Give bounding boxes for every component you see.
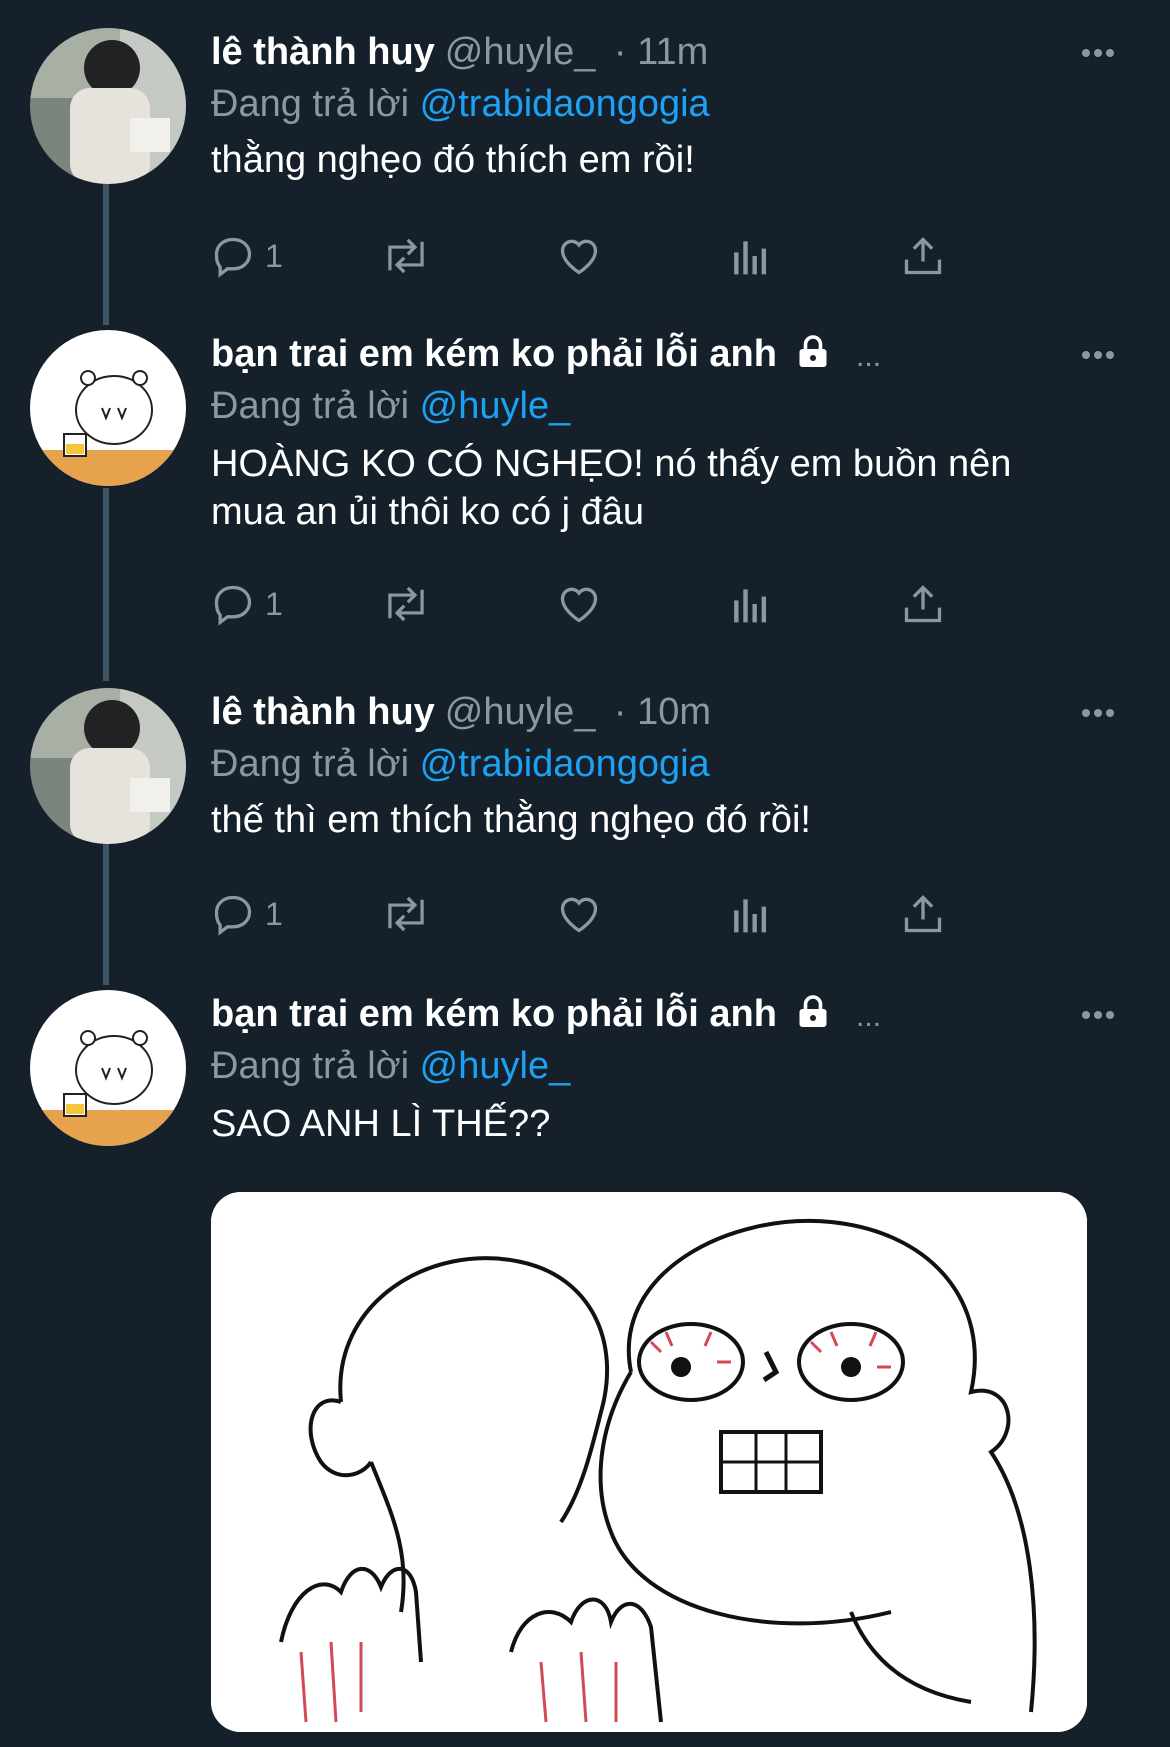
reply-count: 1	[265, 585, 283, 622]
tweet[interactable]: bạn trai em kém ko phải lỗi anh ... Đang…	[0, 330, 1170, 650]
reply-icon	[214, 895, 252, 936]
reply-button[interactable]: 1	[211, 226, 283, 286]
share-icon	[904, 237, 942, 275]
retweet-icon	[388, 896, 424, 932]
lock-icon	[799, 995, 827, 1027]
tweet-header: bạn trai em kém ko phải lỗi anh ...	[211, 330, 881, 381]
reply-context: Đang trả lời @trabidaongogia	[211, 80, 710, 128]
reply-prefix: Đang trả lời	[211, 385, 410, 427]
mention-link[interactable]: @trabidaongogia	[420, 83, 710, 125]
reply-count: 1	[265, 895, 283, 932]
analytics-icon	[734, 589, 767, 623]
retweet-button[interactable]	[381, 574, 431, 634]
bear-sticker-avatar-icon	[30, 990, 186, 1146]
mention-link[interactable]: @huyle_	[420, 385, 571, 427]
handle-truncated: ...	[856, 1000, 882, 1033]
analytics-button[interactable]	[731, 574, 771, 634]
share-button[interactable]	[901, 226, 945, 286]
reply-prefix: Đang trả lời	[211, 743, 410, 785]
display-name[interactable]: lê thành huy	[211, 691, 435, 733]
more-icon[interactable]	[1082, 1006, 1122, 1026]
more-icon[interactable]	[1082, 346, 1122, 366]
like-icon	[560, 897, 598, 933]
tweet-text: thằng nghẹo đó thích em rồi!	[211, 139, 695, 181]
tweet[interactable]: lê thành huy @huyle_ · 10m Đang trả lời @…	[0, 688, 1170, 968]
analytics-icon	[734, 899, 767, 933]
photo-boy-avatar-icon	[30, 688, 186, 844]
display-name[interactable]: lê thành huy	[211, 31, 435, 73]
share-button[interactable]	[901, 574, 945, 634]
mention-link[interactable]: @trabidaongogia	[420, 743, 710, 785]
mention-link[interactable]: @huyle_	[420, 1045, 571, 1087]
reply-context: Đang trả lời @trabidaongogia	[211, 740, 710, 788]
analytics-button[interactable]	[731, 226, 771, 286]
avatar[interactable]	[30, 330, 186, 486]
tweet-header: bạn trai em kém ko phải lỗi anh ...	[211, 990, 881, 1041]
share-icon	[904, 585, 942, 623]
tweet-actions: 1	[211, 574, 1031, 634]
retweet-button[interactable]	[381, 884, 431, 944]
like-icon	[560, 587, 598, 623]
reply-icon	[214, 585, 252, 626]
share-button[interactable]	[901, 884, 945, 944]
tweet-header: lê thành huy @huyle_ · 10m	[211, 688, 711, 736]
tweet-text: HOÀNG KO CÓ NGHẸO! nó thấy em buồn nên m…	[211, 443, 1012, 533]
bear-sticker-avatar-icon	[30, 330, 186, 486]
share-icon	[904, 895, 942, 933]
like-button[interactable]	[556, 884, 602, 944]
avatar[interactable]	[30, 990, 186, 1146]
tweet-media-image[interactable]	[211, 1192, 1087, 1732]
like-button[interactable]	[556, 574, 602, 634]
tweet[interactable]: lê thành huy @huyle_ · 11m Đang trả lời @…	[0, 28, 1170, 308]
tweet-text: SAO ANH LÌ THẾ??	[211, 1103, 551, 1145]
handle[interactable]: @huyle_	[445, 31, 596, 73]
handle[interactable]: @huyle_	[445, 691, 596, 733]
timestamp[interactable]: · 10m	[614, 691, 711, 733]
reply-icon	[214, 237, 252, 278]
reply-prefix: Đang trả lời	[211, 1045, 410, 1087]
retweet-button[interactable]	[381, 226, 431, 286]
photo-boy-avatar-icon	[30, 28, 186, 184]
analytics-button[interactable]	[731, 884, 771, 944]
reply-count: 1	[265, 237, 283, 274]
retweet-icon	[388, 238, 424, 274]
timestamp[interactable]: · 11m	[614, 31, 708, 73]
tweet-text: thế thì em thích thằng nghẹo đó rồi!	[211, 799, 811, 841]
reply-button[interactable]: 1	[211, 574, 283, 634]
lock-icon	[799, 335, 827, 367]
more-icon[interactable]	[1082, 704, 1122, 724]
tweet-actions: 1	[211, 226, 1031, 286]
tweet-header: lê thành huy @huyle_ · 11m	[211, 28, 708, 76]
reply-context: Đang trả lời @huyle_	[211, 1042, 570, 1090]
avatar[interactable]	[30, 688, 186, 844]
reply-prefix: Đang trả lời	[211, 83, 410, 125]
reply-button[interactable]: 1	[211, 884, 283, 944]
retweet-icon	[388, 586, 424, 622]
more-icon[interactable]	[1082, 44, 1122, 64]
display-name[interactable]: bạn trai em kém ko phải lỗi anh	[211, 333, 777, 375]
handle-truncated: ...	[856, 340, 882, 373]
meme-drawing-image-icon	[211, 1192, 1087, 1732]
like-icon	[560, 239, 598, 275]
avatar[interactable]	[30, 28, 186, 184]
display-name[interactable]: bạn trai em kém ko phải lỗi anh	[211, 993, 777, 1035]
tweet-actions: 1	[211, 884, 1031, 944]
analytics-icon	[734, 241, 767, 275]
like-button[interactable]	[556, 226, 602, 286]
reply-context: Đang trả lời @huyle_	[211, 382, 570, 430]
